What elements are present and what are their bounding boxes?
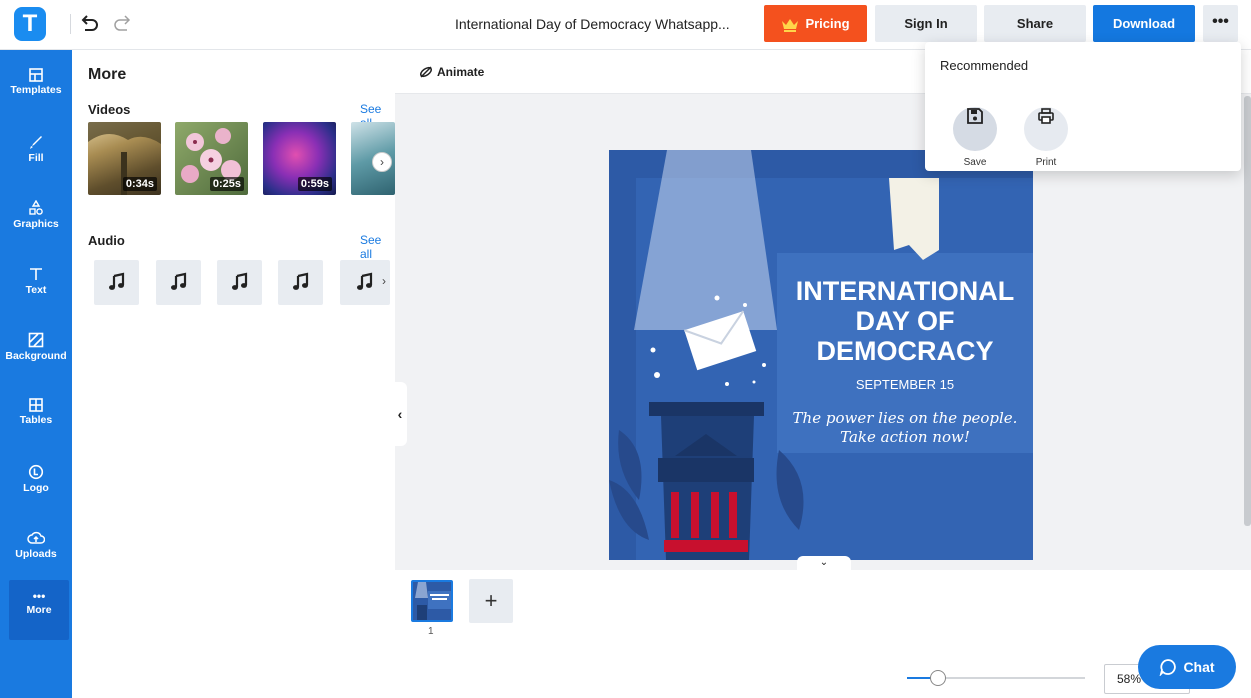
chevron-right-icon[interactable]: › [374,272,394,292]
save-option-circle [953,107,997,151]
design-headline-line: DEMOCRACY [816,336,994,366]
redo-icon[interactable] [112,11,134,35]
video-duration: 0:34s [122,177,157,191]
sidebar-item-label: Templates [10,84,62,96]
crown-icon [782,18,799,32]
chevron-left-icon: ‹ [397,406,403,422]
audio-see-all-link[interactable]: See all [360,233,395,261]
audio-item[interactable] [278,260,323,305]
sidebar-item-label: Logo [23,482,49,494]
sidebar-item-label: More [26,604,52,616]
page-thumbnail[interactable] [411,580,453,622]
more-dots-icon: ••• [32,589,46,603]
chat-label: Chat [1183,659,1215,675]
text-icon [30,268,42,280]
animate-icon [420,66,432,78]
music-note-icon [170,272,186,290]
app-logo[interactable]: T [14,7,46,41]
print-icon [1038,108,1054,124]
sidebar-item-label: Text [25,284,47,296]
video-thumbnail[interactable]: 0:59s [263,122,336,195]
sidebar-item-graphics[interactable]: Graphics [0,190,72,250]
sidebar: Templates Fill Graphics Text Background … [0,50,72,698]
sign-in-button[interactable]: Sign In [875,5,977,42]
audio-item[interactable] [156,260,201,305]
sidebar-item-text[interactable]: Text [0,256,72,316]
pricing-label: Pricing [805,16,850,31]
print-option-circle [1024,107,1068,151]
sidebar-item-uploads[interactable]: Uploads [0,520,72,580]
animate-button[interactable]: Animate [419,65,484,79]
design-headline-line: INTERNATIONAL [795,276,1015,306]
expand-pages-toggle[interactable]: ⌄ [797,556,851,570]
undo-icon[interactable] [78,11,100,35]
music-note-icon [357,272,373,290]
chat-bubble-icon [1159,659,1177,677]
music-note-icon [108,272,124,290]
sidebar-item-templates[interactable]: Templates [0,58,72,118]
vertical-scrollbar[interactable] [1244,96,1251,526]
music-note-icon [231,272,247,290]
audio-item[interactable] [217,260,262,305]
design-tagline[interactable]: The power lies on the people. Take actio… [777,409,1033,447]
sidebar-item-background[interactable]: Background [0,322,72,382]
videos-section-title: Videos [88,102,131,117]
design-tagline-line: The power lies on the people. [792,409,1018,427]
table-icon [29,398,43,412]
background-icon [28,332,44,348]
zoom-slider-track[interactable] [945,677,1085,679]
shapes-icon [29,200,43,215]
share-button[interactable]: Share [984,5,1086,42]
download-button[interactable]: Download [1093,5,1195,42]
design-date[interactable]: SEPTEMBER 15 [777,377,1033,392]
upload-cloud-icon [27,531,45,544]
download-menu: Recommended Save Print [925,42,1241,171]
chevron-right-icon[interactable]: › [372,152,392,172]
audio-item[interactable] [94,260,139,305]
save-icon [967,108,983,124]
music-note-icon [292,272,308,290]
more-options-button[interactable]: ••• [1203,5,1238,42]
video-duration: 0:25s [209,177,244,191]
print-option[interactable]: Print [1023,95,1069,168]
page-thumbnail-image [415,582,451,620]
design-canvas[interactable]: INTERNATIONAL DAY OF DEMOCRACY SEPTEMBER… [609,150,1033,560]
sidebar-item-label: Uploads [15,548,57,560]
video-thumbnail[interactable]: 0:25s [175,122,248,195]
save-option-label: Save [963,157,987,168]
panel-title: More [88,66,127,83]
page-number: 1 [428,626,434,637]
video-thumbnail[interactable]: 0:34s [88,122,161,195]
sidebar-item-label: Background [5,350,67,362]
save-option[interactable]: Save [952,95,998,168]
video-duration: 0:59s [297,177,332,191]
sidebar-item-fill[interactable]: Fill [0,124,72,184]
sidebar-item-tables[interactable]: Tables [0,388,72,448]
audio-section-title: Audio [88,233,125,248]
sidebar-item-logo[interactable]: Logo [0,454,72,514]
pricing-button[interactable]: Pricing [764,5,867,42]
sidebar-item-label: Graphics [13,218,59,230]
animate-label: Animate [437,65,485,79]
design-headline[interactable]: INTERNATIONAL DAY OF DEMOCRACY [777,276,1033,366]
zoom-slider-handle[interactable] [930,670,946,686]
document-title[interactable]: International Day of Democracy Whatsapp.… [455,16,745,32]
more-panel: More Videos See all 0:34s 0:25s 0:59s › … [72,50,395,698]
toolbar-divider [70,14,71,34]
chevron-down-icon: ⌄ [819,557,829,568]
add-page-button[interactable]: + [469,579,513,623]
print-option-label: Print [1035,157,1057,168]
sidebar-item-label: Fill [28,152,44,164]
collapse-panel-toggle[interactable]: ‹ [393,382,407,446]
logo-icon [28,464,44,480]
sidebar-item-more[interactable]: ••• More [9,580,69,640]
download-menu-title: Recommended [940,58,1029,73]
brush-icon [30,136,42,149]
design-tagline-line: Take action now! [840,428,970,446]
sidebar-item-label: Tables [19,414,53,426]
design-headline-line: DAY OF [855,306,955,336]
chat-button[interactable]: Chat [1138,645,1236,689]
templates-icon [29,68,43,82]
